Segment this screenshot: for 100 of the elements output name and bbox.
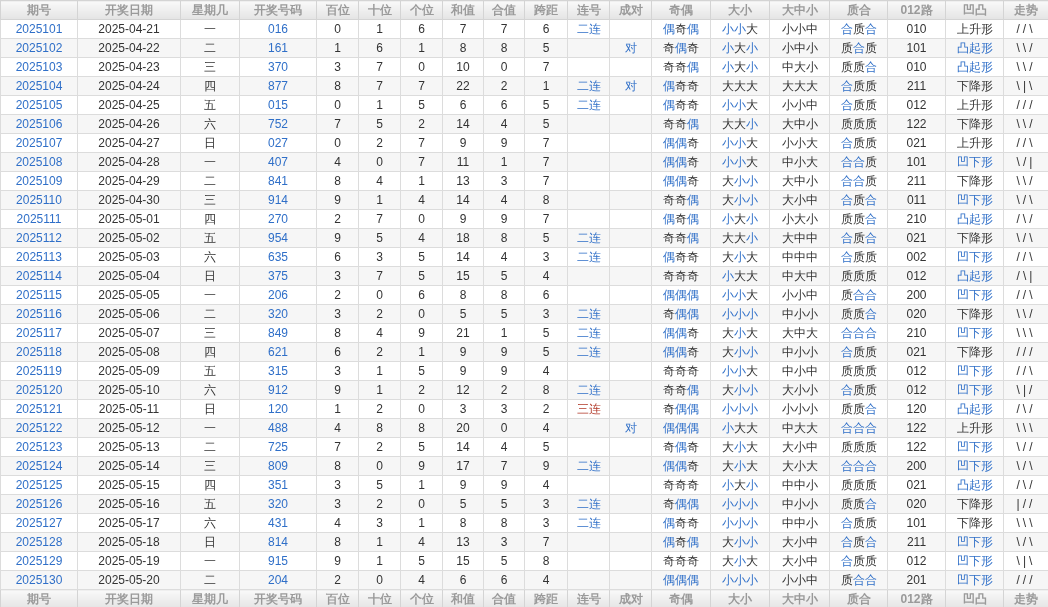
table-cell: 7 bbox=[400, 152, 443, 172]
table-cell: 0 bbox=[316, 19, 359, 39]
table-cell: 5 bbox=[400, 95, 443, 115]
table-cell: 2025-05-06 bbox=[77, 304, 181, 324]
table-cell: 2025-05-01 bbox=[77, 209, 181, 229]
table-cell: 2 bbox=[483, 380, 525, 400]
table-cell: 合合合 bbox=[829, 418, 888, 438]
table-cell: 二连 bbox=[567, 76, 610, 96]
table-cell: 3 bbox=[316, 494, 359, 514]
table-cell: 9 bbox=[483, 475, 525, 495]
table-cell: 6 bbox=[483, 95, 525, 115]
table-cell: 五 bbox=[180, 494, 240, 514]
table-cell: 下降形 bbox=[945, 114, 1004, 134]
table-cell: 大小小 bbox=[710, 342, 770, 362]
table-cell: 2 bbox=[358, 399, 401, 419]
table-cell: 质质合 bbox=[829, 494, 888, 514]
table-cell: 1 bbox=[524, 76, 568, 96]
table-cell: 6 bbox=[316, 247, 359, 267]
column-header: 开奖号码 bbox=[239, 0, 317, 20]
table-cell: 中小小 bbox=[769, 342, 830, 362]
table-cell: 915 bbox=[239, 551, 317, 571]
table-cell: 上升形 bbox=[945, 133, 1004, 153]
table-cell: 002 bbox=[887, 247, 946, 267]
table-cell: 质合质 bbox=[829, 38, 888, 58]
table-cell: 5 bbox=[358, 114, 401, 134]
column-header: 百位 bbox=[316, 0, 359, 20]
table-cell: 2025-05-07 bbox=[77, 323, 181, 343]
table-cell: 合质质 bbox=[829, 95, 888, 115]
table-cell: 大小中 bbox=[769, 190, 830, 210]
table-cell: 15 bbox=[442, 551, 484, 571]
table-cell: 3 bbox=[316, 304, 359, 324]
table-cell: 1 bbox=[400, 38, 443, 58]
table-cell: 370 bbox=[239, 57, 317, 77]
table-cell: 1 bbox=[316, 38, 359, 58]
column-header: 凹凸 bbox=[945, 0, 1004, 20]
table-cell: 9 bbox=[316, 228, 359, 248]
table-cell: 2025-04-27 bbox=[77, 133, 181, 153]
table-cell: 5 bbox=[358, 475, 401, 495]
table-cell: 954 bbox=[239, 228, 317, 248]
table-cell: 3 bbox=[358, 247, 401, 267]
table-cell: 二连 bbox=[567, 228, 610, 248]
table-cell: 2025-04-23 bbox=[77, 57, 181, 77]
column-header: 012路 bbox=[887, 0, 946, 20]
table-cell: 奇奇偶 bbox=[651, 228, 711, 248]
table-cell: 凸起形 bbox=[945, 57, 1004, 77]
table-cell: 质质质 bbox=[829, 114, 888, 134]
table-cell: 小小大 bbox=[710, 133, 770, 153]
table-cell: 2 bbox=[400, 380, 443, 400]
table-cell: 二 bbox=[180, 38, 240, 58]
table-cell: 2025-05-09 bbox=[77, 361, 181, 381]
table-cell: 偶偶偶 bbox=[651, 418, 711, 438]
table-cell: 2025-05-10 bbox=[77, 380, 181, 400]
table-cell: 大大大 bbox=[769, 76, 830, 96]
table-cell: 凸起形 bbox=[945, 266, 1004, 286]
table-cell: 偶奇奇 bbox=[651, 76, 711, 96]
column-header: 开奖日期 bbox=[77, 0, 181, 20]
table-cell: 3 bbox=[316, 475, 359, 495]
table-cell: 5 bbox=[400, 437, 443, 457]
table-cell: 6 bbox=[400, 285, 443, 305]
table-cell: 5 bbox=[400, 551, 443, 571]
table-cell: 5 bbox=[524, 114, 568, 134]
table-cell: 偶奇奇 bbox=[651, 513, 711, 533]
table-cell: 0 bbox=[400, 304, 443, 324]
table-cell: 14 bbox=[442, 114, 484, 134]
table-cell: 7 bbox=[316, 114, 359, 134]
table-cell: 三连 bbox=[567, 399, 610, 419]
table-cell: 2 bbox=[483, 76, 525, 96]
table-cell: 101 bbox=[887, 38, 946, 58]
table-cell: 809 bbox=[239, 456, 317, 476]
table-cell: 合质质 bbox=[829, 342, 888, 362]
table-cell: 奇偶偶 bbox=[651, 494, 711, 514]
table-cell: 7 bbox=[524, 532, 568, 552]
table-cell: 一 bbox=[180, 418, 240, 438]
table-cell: 奇奇奇 bbox=[651, 361, 711, 381]
table-cell: 1 bbox=[358, 361, 401, 381]
table-cell: 二连 bbox=[567, 380, 610, 400]
table-cell: 奇偶偶 bbox=[651, 304, 711, 324]
table-cell: 6 bbox=[316, 342, 359, 362]
table-cell: 2 bbox=[358, 304, 401, 324]
table-cell: 质质质 bbox=[829, 361, 888, 381]
table-cell: 1 bbox=[358, 190, 401, 210]
table-cell: 小小小 bbox=[710, 513, 770, 533]
table-cell: 2025-04-25 bbox=[77, 95, 181, 115]
table-cell: 上升形 bbox=[945, 19, 1004, 39]
table-cell: 206 bbox=[239, 285, 317, 305]
table-cell: 奇偶奇 bbox=[651, 38, 711, 58]
table-cell: 8 bbox=[483, 285, 525, 305]
table-cell: 合质合 bbox=[829, 190, 888, 210]
table-cell: 二 bbox=[180, 570, 240, 590]
table-cell: 010 bbox=[887, 19, 946, 39]
table-cell: 9 bbox=[442, 209, 484, 229]
table-cell: 凹下形 bbox=[945, 437, 1004, 457]
table-cell: 120 bbox=[239, 399, 317, 419]
table-cell: 合合合 bbox=[829, 456, 888, 476]
table-cell: 奇奇偶 bbox=[651, 57, 711, 77]
table-cell: 1 bbox=[400, 513, 443, 533]
table-cell: 2025-04-30 bbox=[77, 190, 181, 210]
table-cell: 质合合 bbox=[829, 285, 888, 305]
table-cell: 849 bbox=[239, 323, 317, 343]
table-cell: 122 bbox=[887, 114, 946, 134]
